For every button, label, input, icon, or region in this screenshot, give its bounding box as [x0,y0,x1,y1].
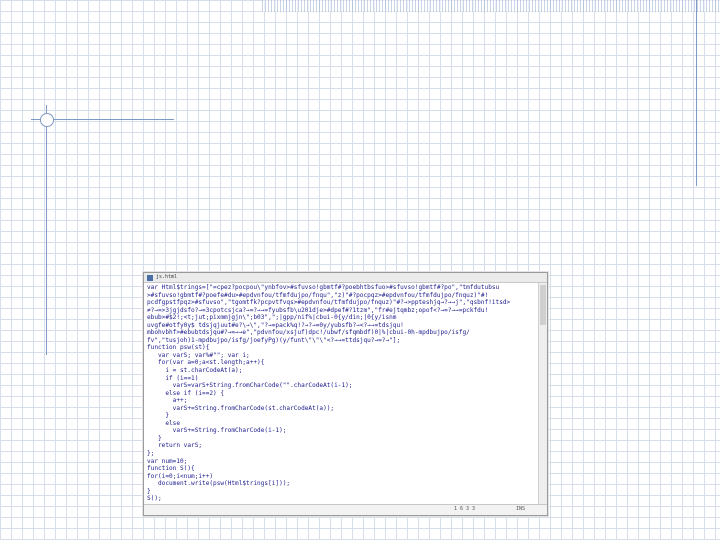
editor-titlebar: js.html [144,273,547,283]
code-editor-window: js.html var Html$trings=["=cpez?pocpou\"… [143,272,548,516]
code-text-area[interactable]: var Html$trings=["=cpez?pocpou\"ynbfov>#… [147,284,537,503]
insert-mode-indicator: INS [516,506,526,512]
decorative-circle-marker [40,113,54,127]
decorative-top-band [262,0,720,12]
cursor-position: 1 6 3 3 [454,506,476,512]
scrollbar-thumb[interactable] [540,285,546,325]
vertical-scrollbar[interactable] [538,283,547,505]
document-icon [147,274,153,281]
editor-title: js.html [156,274,178,280]
decorative-left-vertical-line [46,105,47,355]
editor-statusbar: 1 6 3 3 INS [144,504,547,515]
decorative-vertical-line [696,0,697,186]
